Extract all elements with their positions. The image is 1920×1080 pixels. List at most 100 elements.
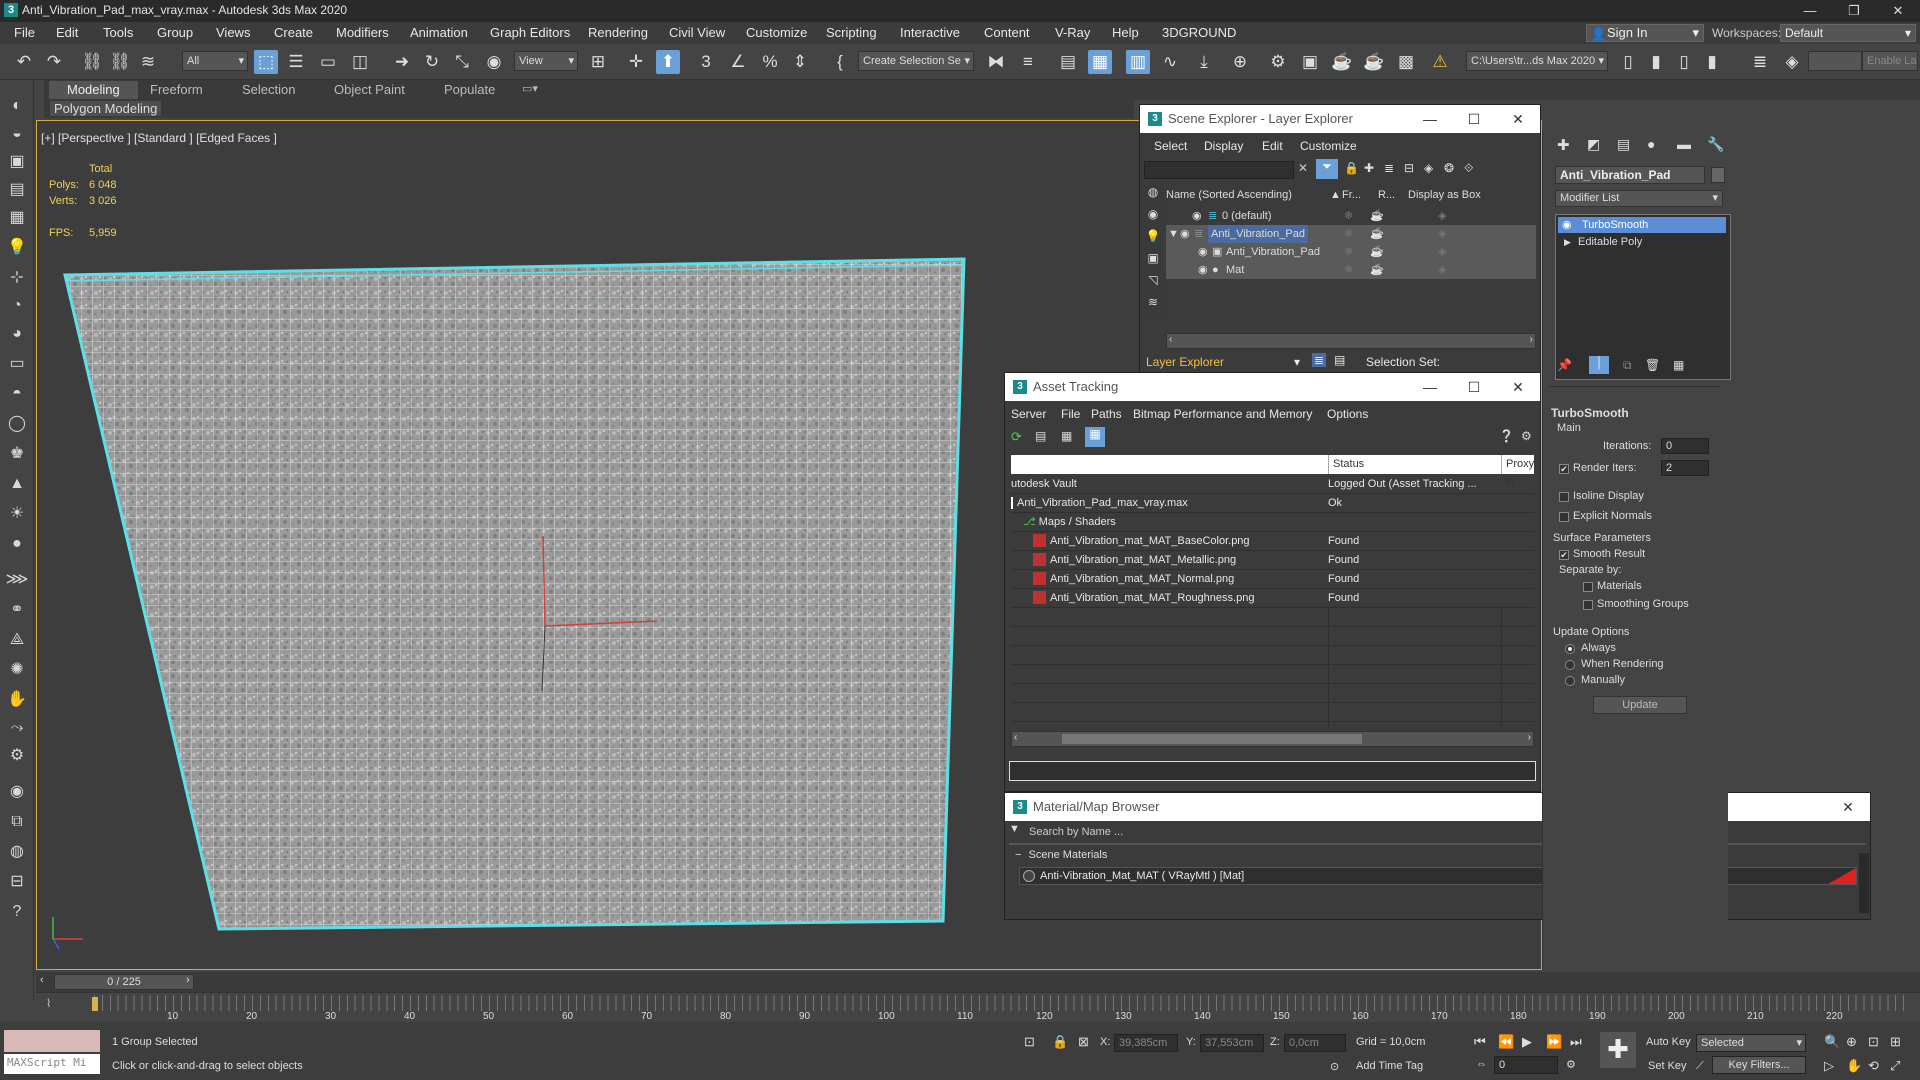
x-coordinate-field[interactable]: 39,385cm <box>1114 1034 1178 1052</box>
stack-item-turbosmooth[interactable]: ◉ TurboSmooth <box>1558 217 1726 233</box>
anti-vibration-pad-mesh[interactable] <box>63 257 966 931</box>
vray-environment-icon[interactable]: ✺ <box>5 658 29 682</box>
lights-icon[interactable]: 💡 <box>5 236 29 260</box>
maximize-button[interactable]: ☐ <box>1452 105 1496 133</box>
asset-path-field[interactable] <box>1009 761 1536 781</box>
rendered-frame-window-icon[interactable]: ▣ <box>1298 50 1322 74</box>
render-setup-icon[interactable]: ⚙ <box>1266 50 1290 74</box>
collapse-arrow-icon[interactable]: ▼ <box>1168 225 1179 243</box>
asset-menu-server[interactable]: Server <box>1011 407 1046 421</box>
curve-editor-icon[interactable]: ∿ <box>1158 50 1182 74</box>
freeze-icon[interactable]: ❄ <box>1344 243 1353 261</box>
workspace-select[interactable]: Default ▾ <box>1780 24 1916 42</box>
go-to-start-icon[interactable]: ⏮ <box>1474 1034 1486 1050</box>
previous-frame-icon[interactable]: ‹ <box>40 974 44 986</box>
material-editor-icon[interactable]: ⊕ <box>1228 50 1252 74</box>
maximize-viewport-icon[interactable]: ⤢ <box>1890 1058 1900 1074</box>
window-crossing-icon[interactable]: ◫ <box>348 50 372 74</box>
configure-sets-icon[interactable]: ▦ <box>1673 358 1684 372</box>
material-browser-titlebar[interactable]: 3 Material/Map Browser <box>1005 793 1870 821</box>
scene-explorer-window[interactable]: 3 Scene Explorer - Layer Explorer — ☐ ✕ … <box>1139 104 1541 374</box>
display-box-icon[interactable]: ◈ <box>1438 243 1446 261</box>
tab-object-paint[interactable]: Object Paint <box>334 82 405 97</box>
schematic-view-icon[interactable]: ⤓ <box>1192 50 1216 74</box>
render-icon[interactable]: ☕ <box>1370 225 1384 243</box>
asset-menu-file[interactable]: File <box>1061 407 1080 421</box>
display-lights-icon[interactable]: 💡 <box>1142 229 1164 251</box>
motion-tab-icon[interactable]: ● <box>1647 136 1655 152</box>
column-display-box-header[interactable]: Display as Box <box>1408 189 1481 201</box>
key-filters-button[interactable]: Key Filters... <box>1712 1056 1806 1074</box>
show-end-result-icon[interactable]: ⏐ <box>1589 356 1609 374</box>
menu-vray[interactable]: V-Ray <box>1055 25 1090 40</box>
pivot-icon[interactable]: ⊞ <box>586 50 610 74</box>
new-project-icon[interactable]: ▯ <box>1672 50 1696 74</box>
explicit-normals-checkbox[interactable] <box>1559 512 1569 522</box>
vray-vfb-icon[interactable]: ◍ <box>5 840 29 864</box>
vertical-scrollbar[interactable] <box>1859 853 1869 913</box>
tab-modeling[interactable]: Modeling <box>49 81 138 99</box>
orbit-icon[interactable]: ⟲ <box>1868 1058 1879 1074</box>
sphere-icon[interactable]: ◯ <box>5 412 29 436</box>
toggle-ribbon-icon[interactable]: ▥ <box>1126 50 1150 74</box>
time-slider-thumb[interactable]: 0 / 225 <box>54 974 194 990</box>
select-by-name-icon[interactable]: ☰ <box>284 50 308 74</box>
menu-rendering[interactable]: Rendering <box>588 25 648 40</box>
angle-snap-icon[interactable]: ∠ <box>726 50 750 74</box>
z-coordinate-field[interactable]: 0,0cm <box>1284 1034 1346 1052</box>
undo-icon[interactable]: ↶ <box>12 50 36 74</box>
key-filter-icon[interactable]: ⟋ <box>1696 1060 1704 1073</box>
display-icon[interactable]: ▦ <box>5 206 29 230</box>
modifier-list-dropdown[interactable]: Modifier List ▾ <box>1555 190 1723 207</box>
zoom-extents-all-icon[interactable]: ⊞ <box>1890 1034 1901 1050</box>
asset-row-metallic[interactable]: Anti_Vibration_mat_MAT_Metallic.png Foun… <box>1011 551 1534 570</box>
asset-menu-bitmap[interactable]: Bitmap Performance and Memory <box>1133 407 1312 421</box>
set-keys-icon[interactable]: ✚ <box>1600 1032 1636 1068</box>
eye-icon[interactable]: ◉ <box>1180 225 1190 243</box>
absolute-mode-icon[interactable]: ⊠ <box>1078 1034 1089 1050</box>
chevron-down-icon[interactable]: ▾ <box>1294 355 1300 369</box>
current-frame-field[interactable]: 0 <box>1494 1056 1558 1074</box>
warning-icon[interactable]: ⚠ <box>1428 50 1452 74</box>
edit-named-sets-icon[interactable]: { <box>828 50 852 74</box>
help-icon[interactable]: ❔ <box>1499 429 1514 443</box>
dome-icon[interactable]: ◓ <box>5 382 29 406</box>
motion-icon[interactable]: ▤ <box>5 178 29 202</box>
hierarchy-icon[interactable]: ▣ <box>5 150 29 174</box>
selection-set-dropdown[interactable]: Create Selection Se ▾ <box>858 51 974 71</box>
asset-row-vault[interactable]: utodesk Vault Logged Out (Asset Tracking… <box>1011 475 1534 494</box>
enable-label[interactable]: Enable La <box>1862 51 1918 71</box>
render-production-icon[interactable]: ☕ <box>1330 50 1354 74</box>
material-item[interactable]: Anti-Vibration_Mat_MAT ( VRayMtl ) [Mat] <box>1019 867 1857 885</box>
list-view-icon[interactable]: ▤ <box>1035 429 1046 443</box>
current-frame-marker[interactable] <box>92 997 98 1011</box>
vray-hair-icon[interactable]: ⤳ <box>5 716 29 740</box>
always-radio[interactable] <box>1565 644 1575 654</box>
layer-options-icon[interactable]: ▤ <box>1334 353 1345 367</box>
menu-3dground[interactable]: 3DGROUND <box>1162 25 1236 40</box>
link-icon[interactable]: ⛓ <box>80 50 104 74</box>
cone-icon[interactable]: ▲ <box>5 472 29 496</box>
menu-scripting[interactable]: Scripting <box>826 25 877 40</box>
help-icon[interactable]: ? <box>5 900 29 924</box>
browser-options-icon[interactable]: ▼ <box>1009 823 1020 835</box>
iterations-spinner[interactable]: 0 <box>1661 438 1709 454</box>
render-icon[interactable]: ☕ <box>1370 261 1384 279</box>
asset-row-maps[interactable]: ⎇ Maps / Shaders <box>1011 513 1534 532</box>
track-bar[interactable]: ⌇ 10 20 30 40 50 60 70 80 90 100 110 120 130 140 150 16… <box>36 992 1920 1022</box>
options-icon[interactable]: ⚙ <box>1521 429 1532 443</box>
project-folder-icon[interactable]: ▮ <box>1644 50 1668 74</box>
create-icon[interactable]: ◐ <box>5 94 29 118</box>
render-icon[interactable]: ☕ <box>1370 243 1384 261</box>
column-proxy-header[interactable]: Proxy R <box>1501 455 1534 489</box>
time-tag-icon[interactable]: ⊙ <box>1330 1060 1339 1073</box>
render-iters-spinner[interactable]: 2 <box>1661 460 1709 476</box>
go-to-end-icon[interactable]: ⏭ <box>1570 1034 1582 1050</box>
scene-menu-select[interactable]: Select <box>1154 139 1187 153</box>
key-mode-icon[interactable]: ⇔ <box>1476 1058 1487 1070</box>
scene-menu-display[interactable]: Display <box>1204 139 1243 153</box>
next-frame-icon[interactable]: › <box>186 974 190 986</box>
filter-icon[interactable]: ⏷ <box>1316 159 1338 179</box>
selection-filter-dropdown[interactable]: All ▾ <box>182 51 248 71</box>
expand-arrow-icon[interactable]: ▶ <box>1564 234 1571 250</box>
